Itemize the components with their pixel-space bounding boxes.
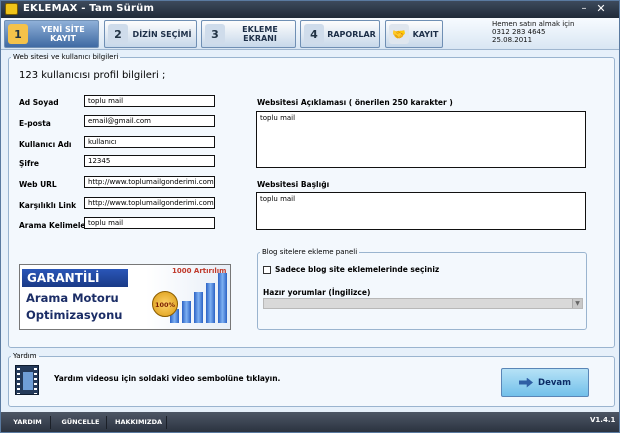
contact-date: 25.08.2011: [492, 36, 533, 44]
description-textarea[interactable]: toplu mail: [256, 111, 586, 168]
about-menu-button[interactable]: HAKKIMIZDA: [111, 416, 167, 429]
update-menu-button[interactable]: GÜNCELLE: [55, 416, 107, 429]
ready-comments-label: Hazır yorumlar (İngilizce): [263, 288, 371, 297]
video-icon[interactable]: [15, 365, 39, 395]
next-label: Devam: [538, 377, 571, 388]
tab-label: YENİ SİTE KAYIT: [41, 25, 85, 43]
tab-label: DİZİN SEÇİMİ: [132, 29, 192, 39]
tab-label: EKLEME EKRANI: [242, 25, 278, 43]
label-web-url: Web URL: [19, 180, 57, 189]
tab-label: KAYIT: [412, 29, 439, 39]
tab-ekleme-ekrani[interactable]: 3 EKLEME EKRANI: [201, 20, 296, 48]
handshake-icon: 🤝: [389, 24, 409, 44]
label-description: Websitesi Açıklaması ( önerilen 250 kara…: [257, 98, 453, 107]
blog-legend: Blog sitelere ekleme paneli: [262, 248, 358, 256]
tab-label: RAPORLAR: [327, 29, 376, 39]
seo-promo-banner[interactable]: GARANTİLİ Arama Motoru Optimizasyonu 100…: [19, 264, 231, 330]
submit-screen-icon: 3: [205, 24, 225, 44]
blog-only-label: Sadece blog site eklemelerinde seçiniz: [275, 265, 440, 274]
window-title: EKLEMAX - Tam Sürüm: [23, 3, 155, 14]
password-input[interactable]: 12345: [84, 155, 215, 167]
directory-icon: 2: [108, 24, 128, 44]
purchase-contact: Hemen satın almak için 0312 283 4645 25.…: [492, 20, 574, 44]
profile-heading: 123 kullanıcısı profil bilgileri ;: [19, 70, 166, 81]
tab-raporlar[interactable]: 4 RAPORLAR: [300, 20, 380, 48]
minimize-icon[interactable]: –: [578, 3, 590, 15]
label-arama-kelimeleri: Arama Kelimeleri: [19, 221, 92, 230]
app-window: EKLEMAX - Tam Sürüm – ✕ 1 YENİ SİTE KAYI…: [0, 0, 620, 433]
web-url-input[interactable]: http://www.toplumailgonderimi.com: [84, 176, 215, 188]
ready-comments-select[interactable]: ▼: [263, 298, 583, 309]
app-logo-icon: [5, 3, 18, 15]
new-site-icon: 1: [8, 24, 28, 44]
tab-kayit[interactable]: 🤝 KAYIT: [385, 20, 443, 48]
site-info-legend: Web sitesi ve kullanıcı bilgileri: [13, 53, 119, 61]
label-ad-soyad: Ad Soyad: [19, 98, 59, 107]
site-title-textarea[interactable]: toplu mail: [256, 192, 586, 230]
status-bar: YARDIM GÜNCELLE HAKKIMIZDA V1.4.1: [1, 412, 619, 432]
username-input[interactable]: kullanıcı: [84, 136, 215, 148]
next-button[interactable]: Devam: [501, 368, 589, 397]
label-eposta: E-posta: [19, 119, 51, 128]
reciprocal-link-input[interactable]: http://www.toplumailgonderimi.com: [84, 197, 215, 209]
promo-bar: [206, 283, 215, 323]
help-legend: Yardım: [13, 352, 37, 360]
help-menu-button[interactable]: YARDIM: [5, 416, 51, 429]
promo-line-3: Optimizasyonu: [26, 308, 123, 322]
blog-only-checkbox[interactable]: [263, 266, 271, 274]
promo-bar: [194, 292, 203, 323]
close-icon[interactable]: ✕: [595, 3, 607, 15]
title-bar: EKLEMAX - Tam Sürüm – ✕: [1, 1, 619, 18]
label-site-title: Websitesi Başlığı: [257, 180, 330, 189]
promo-bar: [218, 273, 227, 323]
keywords-input[interactable]: toplu mail: [84, 217, 215, 229]
label-sifre: Şifre: [19, 159, 40, 168]
ad-soyad-input[interactable]: toplu mail: [84, 95, 215, 107]
help-text: Yardım videosu için soldaki video sembol…: [54, 374, 281, 383]
reports-icon: 4: [304, 24, 324, 44]
email-input[interactable]: email@gmail.com: [84, 115, 215, 127]
promo-line-2: Arama Motoru: [26, 291, 119, 305]
tab-yeni-site-kayit[interactable]: 1 YENİ SİTE KAYIT: [4, 20, 99, 48]
contact-line: Hemen satın almak için: [492, 20, 575, 28]
promo-bar: [182, 301, 191, 323]
guarantee-seal-icon: 100%: [152, 291, 178, 317]
chevron-down-icon[interactable]: ▼: [572, 299, 582, 308]
promo-garanti: GARANTİLİ: [22, 269, 128, 287]
contact-phone: 0312 283 4645: [492, 28, 546, 36]
label-karsilikli-link: Karşılıklı Link: [19, 201, 77, 210]
arrow-right-icon: [519, 377, 534, 388]
version-label: V1.4.1: [590, 416, 616, 424]
label-kullanici-adi: Kullanıcı Adı: [19, 140, 72, 149]
tab-dizin-secimi[interactable]: 2 DİZİN SEÇİMİ: [104, 20, 197, 48]
